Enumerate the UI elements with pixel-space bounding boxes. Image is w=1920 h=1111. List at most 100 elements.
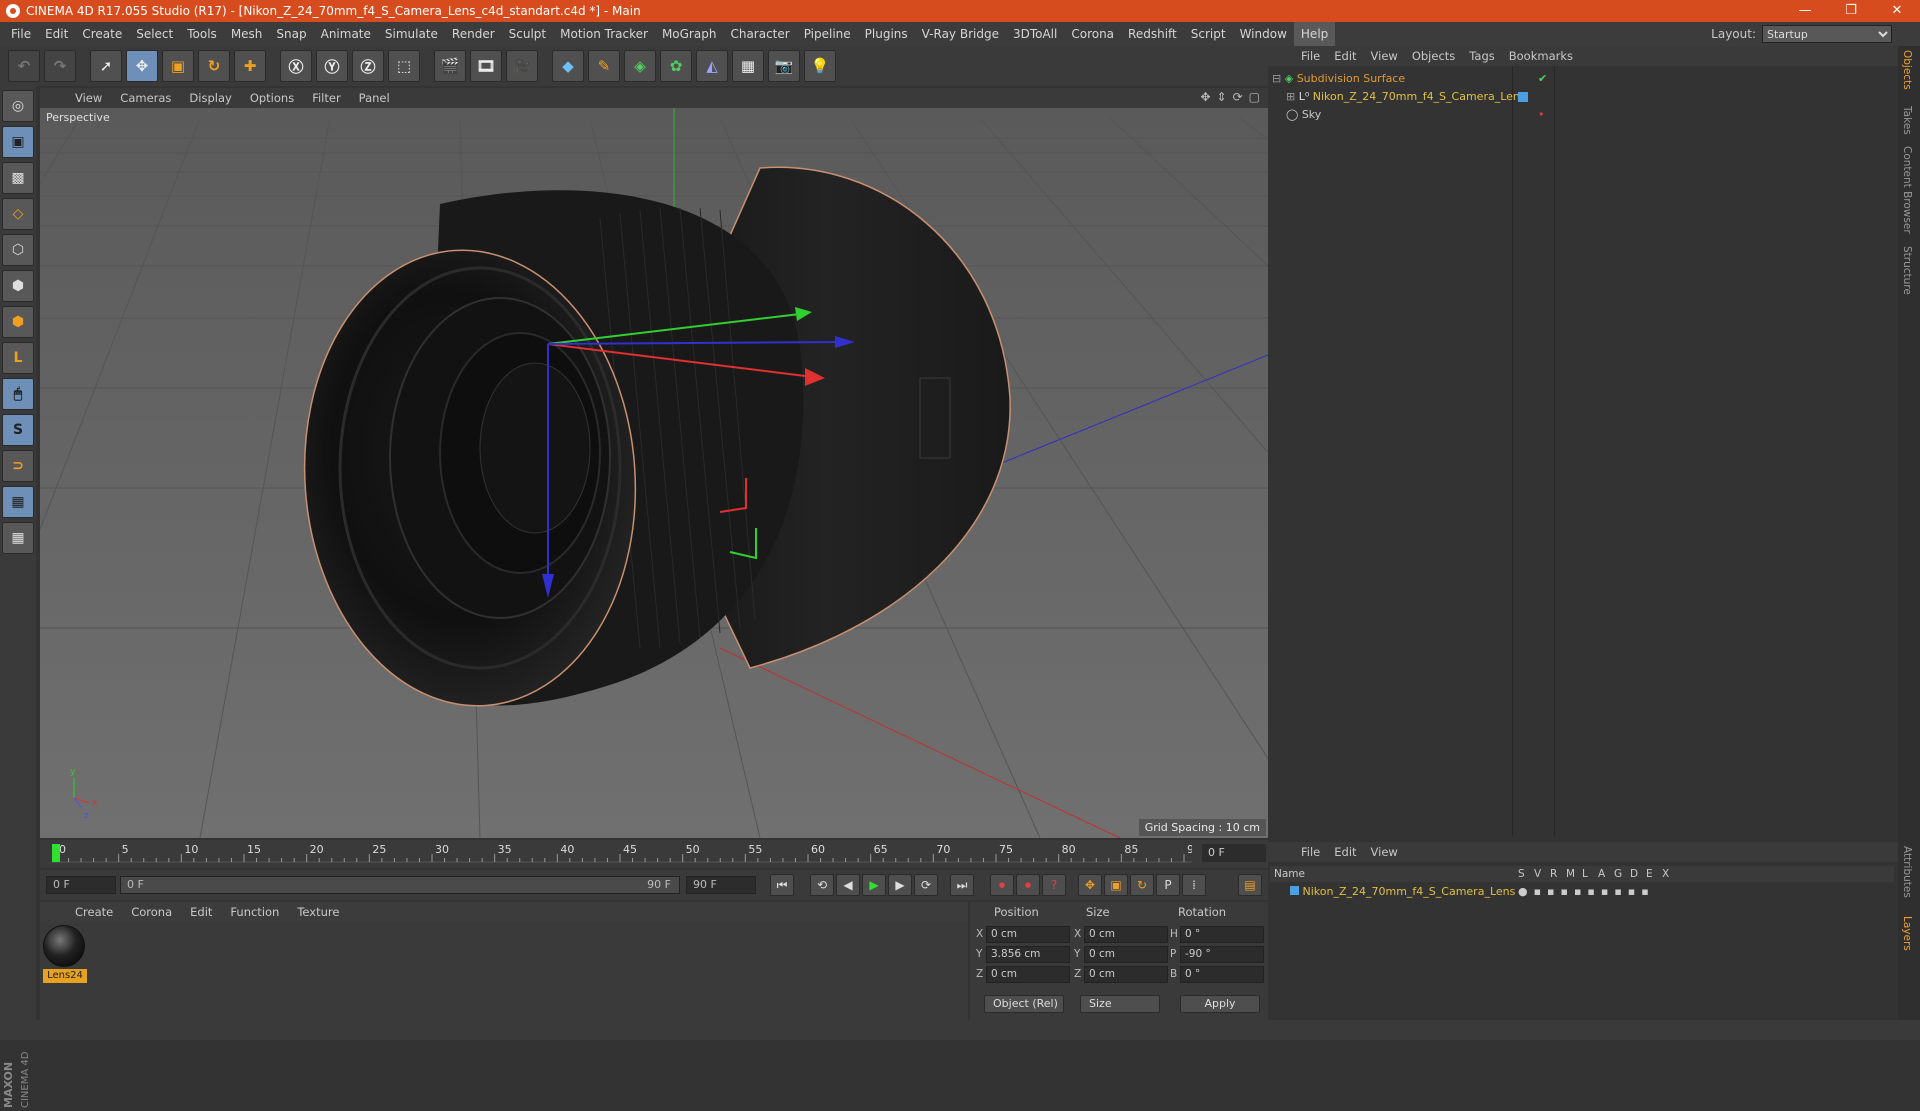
layer-col-a[interactable]: A — [1598, 866, 1605, 882]
layer-col-m[interactable]: M — [1566, 866, 1575, 882]
goto-end-icon[interactable]: ⏭ — [950, 874, 974, 896]
menu-edit[interactable]: Edit — [38, 22, 75, 46]
magnet-icon[interactable]: ⊃ — [2, 450, 34, 482]
size-z-field[interactable]: 0 cm — [1084, 966, 1168, 983]
menu-window[interactable]: Window — [1233, 22, 1294, 46]
tab-takes[interactable]: Takes — [1901, 106, 1913, 135]
camera-icon[interactable]: 📷 — [768, 50, 800, 82]
menu-render[interactable]: Render — [445, 22, 502, 46]
viewport-menu-view[interactable]: View — [66, 91, 111, 105]
viewport-menu-display[interactable]: Display — [180, 91, 240, 105]
tab-attributes[interactable]: Attributes — [1901, 846, 1913, 898]
menu-3dtoall[interactable]: 3DToAll — [1006, 22, 1064, 46]
menu-snap[interactable]: Snap — [269, 22, 313, 46]
menu-redshift[interactable]: Redshift — [1121, 22, 1184, 46]
checkmark-icon[interactable]: ✔ — [1538, 70, 1547, 88]
render-settings-icon[interactable]: 🎥 — [506, 50, 538, 82]
coordinate-system-icon[interactable]: ⬚ — [388, 50, 420, 82]
pos-z-field[interactable]: 0 cm — [986, 966, 1070, 983]
layer-col-l[interactable]: L — [1582, 866, 1588, 882]
key-scale-icon[interactable]: ▣ — [1104, 874, 1128, 896]
pos-x-field[interactable]: 0 cm — [986, 926, 1070, 943]
object-row-subdivision[interactable]: ⊟ ◈ Subdivision Surface ✔ — [1272, 70, 1920, 88]
menu-motion-tracker[interactable]: Motion Tracker — [553, 22, 655, 46]
undo-button[interactable]: ↶ — [8, 50, 40, 82]
cube-object-icon[interactable]: ◆ — [552, 50, 584, 82]
subdivision-icon[interactable]: ◈ — [624, 50, 656, 82]
layer-col-d[interactable]: D — [1630, 866, 1638, 882]
transform-tool-icon[interactable]: ✚ — [234, 50, 266, 82]
coordinate-mode-dropdown[interactable]: Object (Rel) — [984, 995, 1064, 1013]
apply-button[interactable]: Apply — [1180, 995, 1260, 1013]
menu-pipeline[interactable]: Pipeline — [797, 22, 858, 46]
record-icon[interactable]: ⏺ — [990, 874, 1014, 896]
layer-toggles-icon[interactable]: ●▪▪▪▪▪▪▪▪▪ — [1518, 884, 1655, 900]
object-menu-file[interactable]: File — [1294, 49, 1327, 63]
snap-grid-icon[interactable]: ▦ — [2, 486, 34, 518]
light-icon[interactable]: 💡 — [804, 50, 836, 82]
visibility-dot-icon[interactable]: • — [1538, 106, 1545, 124]
current-frame-field[interactable]: 0 F — [1202, 844, 1266, 862]
viewport-zoom-icon[interactable]: ⇕ — [1217, 90, 1227, 104]
material-menu-texture[interactable]: Texture — [288, 905, 348, 919]
timeline-window-icon[interactable]: ▤ — [1238, 874, 1262, 896]
frame-range-slider[interactable]: 0 F 90 F — [120, 876, 680, 894]
size-x-field[interactable]: 0 cm — [1084, 926, 1168, 943]
menu-plugins[interactable]: Plugins — [858, 22, 915, 46]
object-name[interactable]: Subdivision Surface — [1297, 72, 1405, 85]
cloner-icon[interactable]: ✿ — [660, 50, 692, 82]
axis-mode-icon[interactable]: L — [2, 342, 34, 374]
size-y-field[interactable]: 0 cm — [1084, 946, 1168, 963]
pos-y-field[interactable]: 3.856 cm — [986, 946, 1070, 963]
workplane-icon[interactable]: ◇ — [2, 198, 34, 230]
viewport-pan-icon[interactable]: ✥ — [1200, 90, 1210, 104]
restore-button[interactable]: ❐ — [1828, 0, 1874, 22]
prev-key-icon[interactable]: ⟲ — [810, 874, 834, 896]
object-menu-objects[interactable]: Objects — [1405, 49, 1462, 63]
object-menu-bookmarks[interactable]: Bookmarks — [1502, 49, 1580, 63]
expand-icon[interactable]: ⊟ — [1272, 72, 1281, 85]
autokey-icon[interactable]: ⏺ — [1016, 874, 1040, 896]
timeline-ruler[interactable]: 0 5 10 15 20 25 30 35 40 45 50 55 60 65 70 75 80 85 90 — [52, 842, 1192, 866]
layer-col-name[interactable]: Name — [1274, 866, 1305, 882]
layer-col-s[interactable]: S — [1518, 866, 1525, 882]
key-parameter-icon[interactable]: P — [1156, 874, 1180, 896]
layer-col-e[interactable]: E — [1646, 866, 1653, 882]
rot-p-field[interactable]: -90 ° — [1180, 946, 1264, 963]
layer-menu-view[interactable]: View — [1364, 845, 1405, 859]
z-axis-lock-icon[interactable]: Ⓩ — [352, 50, 384, 82]
object-menu-tags[interactable]: Tags — [1462, 49, 1501, 63]
edges-mode-icon[interactable]: ⬢ — [2, 270, 34, 302]
polygons-mode-icon[interactable]: ⬢ — [2, 306, 34, 338]
menu-character[interactable]: Character — [723, 22, 796, 46]
object-menu-view[interactable]: View — [1364, 49, 1405, 63]
layer-col-r[interactable]: R — [1550, 866, 1557, 882]
render-view-icon[interactable]: 🎬 — [434, 50, 466, 82]
material-thumbnail[interactable] — [43, 925, 85, 967]
goto-start-icon[interactable]: ⏮ — [770, 874, 794, 896]
object-row-sky[interactable]: ◯ Sky • — [1272, 106, 1920, 124]
layer-color-icon[interactable] — [1290, 886, 1299, 895]
layer-row[interactable]: Nikon_Z_24_70mm_f4_S_Camera_Lens ●▪▪▪▪▪▪… — [1272, 884, 1892, 900]
menu-select[interactable]: Select — [129, 22, 180, 46]
object-name[interactable]: Nikon_Z_24_70mm_f4_S_Camera_Lens — [1313, 90, 1526, 103]
key-rotation-icon[interactable]: ↻ — [1130, 874, 1154, 896]
menu-corona[interactable]: Corona — [1064, 22, 1121, 46]
scale-tool-icon[interactable]: ▣ — [162, 50, 194, 82]
x-axis-lock-icon[interactable]: Ⓧ — [280, 50, 312, 82]
layer-menu-file[interactable]: File — [1294, 845, 1327, 859]
menu-script[interactable]: Script — [1184, 22, 1233, 46]
next-frame-icon[interactable]: ▶ — [888, 874, 912, 896]
end-frame-field[interactable]: 90 F — [686, 876, 756, 894]
redo-button[interactable]: ↷ — [44, 50, 76, 82]
spline-pen-icon[interactable]: ✎ — [588, 50, 620, 82]
layout-dropdown[interactable]: Startup — [1762, 25, 1892, 43]
start-frame-field[interactable]: 0 F — [46, 876, 116, 894]
object-row-nikon[interactable]: ⊞ L⁰ Nikon_Z_24_70mm_f4_S_Camera_Lens — [1272, 88, 1920, 106]
viewport-rotate-icon[interactable]: ⟳ — [1233, 90, 1243, 104]
timeline[interactable]: 0 5 10 15 20 25 30 35 40 45 50 55 60 65 70 75 80 85 90 0 F — [40, 840, 1268, 868]
live-selection-icon[interactable]: ➚ — [90, 50, 122, 82]
tweak-mode-icon[interactable]: 🖱 — [2, 378, 34, 410]
menu-mograph[interactable]: MoGraph — [655, 22, 724, 46]
material-menu-create[interactable]: Create — [66, 905, 122, 919]
